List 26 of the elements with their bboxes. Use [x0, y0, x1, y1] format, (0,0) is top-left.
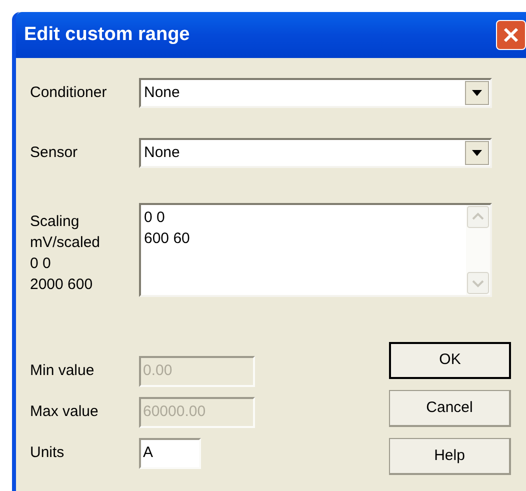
field-label: Sensor [30, 142, 79, 163]
scroll-down-icon [467, 272, 489, 294]
dropdown-button[interactable] [465, 141, 489, 165]
input-field[interactable]: A [139, 438, 201, 469]
field-label: Max value [30, 402, 100, 422]
scroll-up-icon [467, 206, 489, 228]
text-line: 600 60 [144, 229, 191, 249]
caret-icon [472, 150, 482, 156]
text-line: 0 0 [144, 208, 166, 228]
dropdown-value: None [143, 82, 181, 103]
dropdown-button[interactable] [465, 81, 489, 105]
scaling-text-area[interactable]: 0 0 600 60 [139, 203, 492, 297]
dialog-button[interactable]: Help [389, 438, 511, 475]
dialog-button[interactable]: OK [389, 342, 511, 379]
close-icon [503, 27, 519, 43]
scaling-label: Scaling mV/scaled 0 0 2000 600 [30, 212, 102, 295]
field-label: Units [30, 443, 66, 464]
close-button[interactable] [496, 20, 526, 50]
field-label: Conditioner [30, 82, 108, 103]
field-label: Min value [30, 361, 96, 382]
dropdown-value: None [143, 142, 181, 163]
window-title: Edit custom range [24, 22, 191, 47]
caret-icon [472, 90, 482, 96]
dialog-button[interactable]: Cancel [389, 390, 511, 427]
dropdown[interactable]: None [139, 78, 492, 108]
dropdown[interactable]: None [139, 138, 492, 168]
